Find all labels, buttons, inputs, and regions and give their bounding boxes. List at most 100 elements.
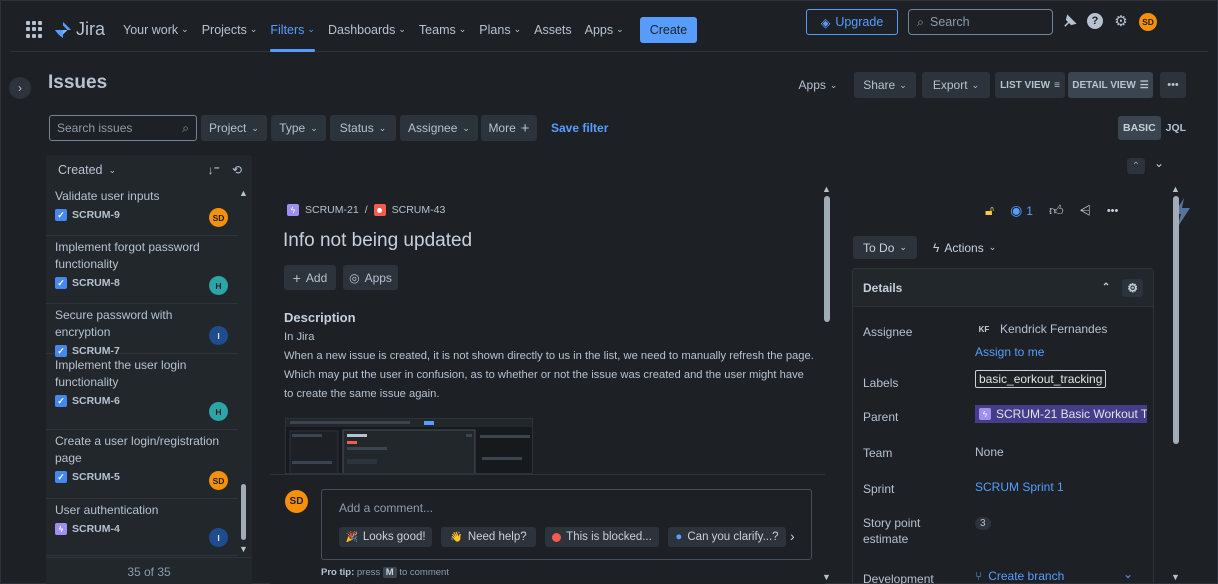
share-icon[interactable]: ⩤ [1080, 202, 1091, 219]
attachment-screenshot-thumbnail[interactable] [285, 418, 533, 474]
list-scroll-thumb[interactable] [241, 484, 246, 540]
lock-icon[interactable]: 🔓︎ [985, 202, 994, 219]
commenter-avatar: SD [285, 490, 308, 513]
issue-list: Created ⌄ ↓⁼ ⟲ Validate user inputs ✓ SCRUM… [46, 155, 252, 584]
add-button[interactable]: + Add [284, 265, 336, 290]
chevron-up-icon[interactable]: ⌃ [1102, 282, 1110, 293]
issue-title[interactable]: Info not being updated [283, 230, 472, 252]
status-filter[interactable]: Status ⌄ [330, 115, 396, 141]
assignee-avatar[interactable]: I [209, 528, 228, 547]
issue-card[interactable]: Validate user inputs ✓ SCRUM-9 SD [46, 188, 238, 236]
assign-to-me-link[interactable]: Assign to me [975, 345, 1044, 359]
nav-item-apps[interactable]: Apps ⌄ [585, 8, 624, 52]
export-button[interactable]: Export ⌄ [922, 72, 990, 98]
quick-reply-clarify[interactable]: ● Can you clarify...? [668, 527, 786, 547]
parent-link[interactable]: SCRUM-21 Basic Workout Tra [996, 407, 1147, 421]
sort-order-icon[interactable]: ↓⁼ [208, 163, 220, 177]
assignee-avatar[interactable]: SD [209, 471, 228, 490]
list-view-button[interactable]: LIST VIEW ≡ [995, 72, 1065, 98]
apps-button[interactable]: ◎ Apps [343, 265, 398, 290]
sort-dropdown[interactable]: Created ⌄ [58, 163, 116, 177]
next-issue-button[interactable]: ⌄ [1154, 156, 1164, 170]
nav-item-plans[interactable]: Plans ⌄ [479, 8, 521, 52]
apps-menu-button[interactable]: Apps ⌄ [790, 72, 846, 98]
assignee-avatar[interactable]: H [209, 402, 228, 421]
issue-key: SCRUM-8 [72, 277, 120, 289]
scroll-up-icon: ▲ [1171, 184, 1180, 194]
breadcrumb-parent-link[interactable]: SCRUM-21 [305, 204, 359, 216]
parent-value[interactable]: ϟ SCRUM-21 Basic Workout Tra [975, 405, 1147, 423]
details-header[interactable]: Details ⌃ ⚙ [853, 269, 1153, 307]
assignee-filter[interactable]: Assignee ⌄ [400, 115, 478, 141]
issue-card[interactable]: Secure password with encryption ✓ SCRUM-7 I [46, 305, 238, 357]
expand-sidebar-button[interactable]: › [9, 77, 31, 99]
development-label: Development [863, 572, 934, 584]
labels-value[interactable]: basic_eorkout_tracking [975, 370, 1107, 388]
nav-item-projects[interactable]: Projects ⌄ [202, 8, 258, 52]
search-issues-placeholder: Search issues [57, 121, 133, 135]
share-button[interactable]: Share ⌄ [854, 72, 916, 98]
previous-issue-button[interactable]: ⌃ [1127, 158, 1145, 174]
assignee-avatar[interactable]: H [209, 276, 228, 295]
type-filter[interactable]: Type ⌄ [271, 115, 326, 141]
team-value[interactable]: None [975, 445, 1004, 459]
detail-scroll-thumb[interactable] [824, 196, 830, 322]
nav-item-your-work[interactable]: Your work ⌄ [123, 8, 189, 52]
quick-reply-blocked[interactable]: This is blocked... [545, 527, 659, 547]
nav-item-teams[interactable]: Teams ⌄ [419, 8, 466, 52]
upgrade-button[interactable]: ◈ Upgrade [806, 9, 898, 35]
chevron-down-icon[interactable]: ⌄ [1123, 567, 1133, 581]
create-branch-link[interactable]: ⑂ Create branch [975, 569, 1064, 583]
quick-reply-need-help[interactable]: 👋 Need help? [441, 527, 536, 547]
app-switcher-icon[interactable] [26, 20, 44, 39]
issue-card-key: ✓ SCRUM-5 [55, 471, 229, 483]
comment-input[interactable]: Add a comment... 🎉 Looks good! 👋 Need help… [321, 489, 812, 560]
create-button[interactable]: Create [639, 16, 698, 43]
story-checkbox-icon: ✓ [55, 277, 67, 289]
settings-gear-icon[interactable]: ⚙ [1112, 12, 1130, 30]
label-chip[interactable]: basic_eorkout_tracking [975, 370, 1107, 388]
more-filters-button[interactable]: More + [481, 115, 537, 141]
list-scrollbar[interactable]: ▲ ▼ [239, 188, 248, 554]
nav-item-filters[interactable]: Filters ⌄ [270, 8, 315, 52]
issue-card[interactable]: User authentication ϟ SCRUM-4 I [46, 500, 238, 556]
more-actions-button[interactable]: ••• [1160, 72, 1186, 98]
list-view-label: LIST VIEW [1000, 79, 1051, 91]
configure-gear-icon[interactable]: ⚙ [1122, 278, 1143, 297]
chevron-down-icon: ⌄ [971, 79, 980, 90]
actions-dropdown[interactable]: ϟ Actions ⌄ [933, 236, 996, 259]
basic-mode-button[interactable]: BASIC [1118, 116, 1161, 140]
nav-item-dashboards[interactable]: Dashboards ⌄ [328, 8, 406, 52]
issue-card[interactable]: Create a user login/registration page ✓ SC… [46, 431, 238, 499]
global-search-input[interactable]: ⌕ Search [908, 9, 1053, 35]
status-dropdown[interactable]: To Do ⌄ [853, 236, 917, 259]
sidebar-scroll-thumb[interactable] [1173, 196, 1179, 444]
nav-item-assets[interactable]: Assets [534, 8, 572, 52]
description-body[interactable]: In Jira When a new issue is created, it … [284, 328, 814, 404]
user-avatar[interactable]: SD [1139, 13, 1157, 31]
jira-logo[interactable]: Jira [54, 19, 105, 40]
save-filter-link[interactable]: Save filter [551, 121, 608, 135]
list-count: 35 of 35 [46, 557, 252, 584]
detail-view-button[interactable]: DETAIL VIEW ☰ [1068, 72, 1153, 98]
story-points-value[interactable]: 3 [975, 515, 991, 530]
jql-mode-button[interactable]: JQL [1161, 116, 1191, 140]
sprint-value[interactable]: SCRUM Sprint 1 [975, 480, 1064, 494]
quick-reply-looks-good[interactable]: 🎉 Looks good! [339, 527, 432, 547]
watch-button[interactable]: ◉ 1 [1010, 202, 1033, 219]
help-icon[interactable]: ? [1086, 12, 1104, 30]
issue-card[interactable]: Implement the user login functionality ✓ S… [46, 355, 238, 430]
breadcrumb-issue-link[interactable]: SCRUM-43 [392, 204, 446, 216]
like-icon[interactable]: 👍︎ [1049, 202, 1064, 219]
issue-card[interactable]: Implement forgot password functionality ✓… [46, 237, 238, 304]
assignee-avatar[interactable]: SD [209, 208, 228, 227]
lightning-icon: ϟ [933, 240, 940, 255]
more-icon[interactable]: ••• [1107, 205, 1119, 217]
project-filter[interactable]: Project ⌄ [201, 115, 267, 141]
chevron-right-icon[interactable]: › [790, 528, 795, 544]
assignee-value[interactable]: KF Kendrick Fernandes [975, 320, 1107, 338]
refresh-icon[interactable]: ⟲ [232, 163, 242, 177]
assignee-avatar[interactable]: I [209, 326, 228, 345]
notifications-icon[interactable] [1060, 12, 1078, 30]
search-issues-input[interactable]: Search issues ⌕ [49, 115, 197, 141]
